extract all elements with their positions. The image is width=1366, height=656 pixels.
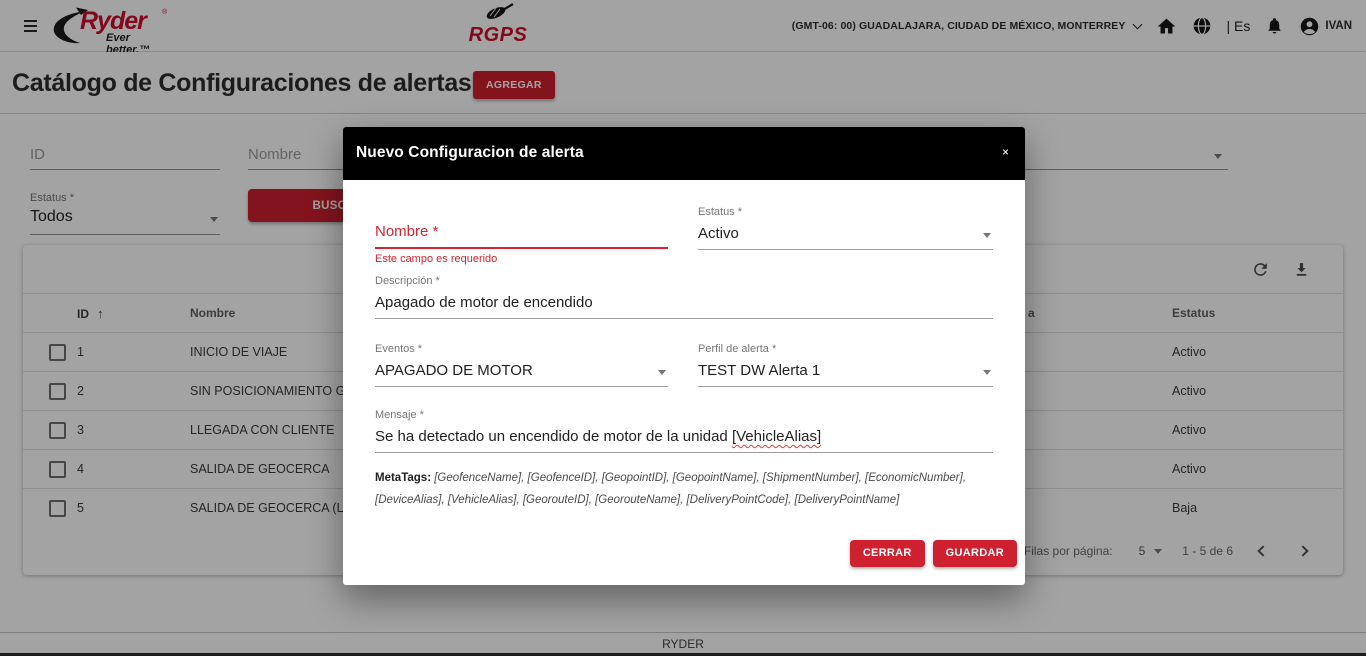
descripcion-field[interactable]: Apagado de motor de encendido — [375, 292, 993, 319]
perfil-select-value: TEST DW Alerta 1 — [698, 362, 821, 379]
cerrar-button[interactable]: CERRAR — [849, 539, 925, 567]
perfil-select[interactable]: TEST DW Alerta 1 — [698, 360, 993, 387]
modal-header: Nuevo Configuracion de alerta × — [343, 127, 1025, 180]
descripcion-field-label: Descripción * — [375, 275, 440, 287]
nombre-field-label: Nombre * — [375, 223, 439, 240]
modal-body: Nombre * Este campo es requerido Estatus… — [343, 180, 1025, 585]
estatus-select[interactable]: Activo — [698, 223, 993, 250]
metatags-label: MetaTags: — [375, 472, 432, 484]
metatags-help-text: MetaTags: [GeofenceName], [GeofenceID], … — [375, 467, 993, 512]
metatags-list: [GeofenceName], [GeofenceID], [GeopointI… — [375, 472, 967, 507]
nombre-field[interactable]: Nombre * — [375, 206, 668, 249]
eventos-select-value: APAGADO DE MOTOR — [375, 362, 533, 379]
eventos-select[interactable]: APAGADO DE MOTOR — [375, 360, 668, 387]
guardar-button[interactable]: GUARDAR — [932, 539, 1017, 567]
mensaje-field-label: Mensaje * — [375, 409, 424, 421]
modal-title: Nuevo Configuracion de alerta — [356, 144, 584, 161]
close-icon[interactable]: × — [1002, 145, 1009, 159]
estatus-field-label: Estatus * — [698, 206, 743, 218]
modal-actions: CERRAR GUARDAR — [375, 539, 1017, 567]
dropdown-caret-icon — [658, 370, 666, 375]
descripcion-field-value: Apagado de motor de encendido — [375, 294, 593, 311]
mensaje-field[interactable]: Se ha detectado un encendido de motor de… — [375, 426, 993, 453]
dropdown-caret-icon — [983, 370, 991, 375]
estatus-select-value: Activo — [698, 225, 739, 242]
mensaje-metatag-token: [VehicleAlias] — [731, 428, 822, 445]
mensaje-field-value: Se ha detectado un encendido de motor de… — [375, 428, 732, 445]
eventos-field-label: Eventos * — [375, 343, 423, 355]
app-window: Ryder ® Ever better.™ RGPS (GMT-06: 00) … — [0, 0, 1366, 656]
nombre-field-error: Este campo es requerido — [375, 253, 498, 265]
dropdown-caret-icon — [983, 233, 991, 238]
new-alert-config-modal: Nuevo Configuracion de alerta × Nombre *… — [343, 127, 1025, 585]
perfil-field-label: Perfil de alerta * — [698, 343, 777, 355]
